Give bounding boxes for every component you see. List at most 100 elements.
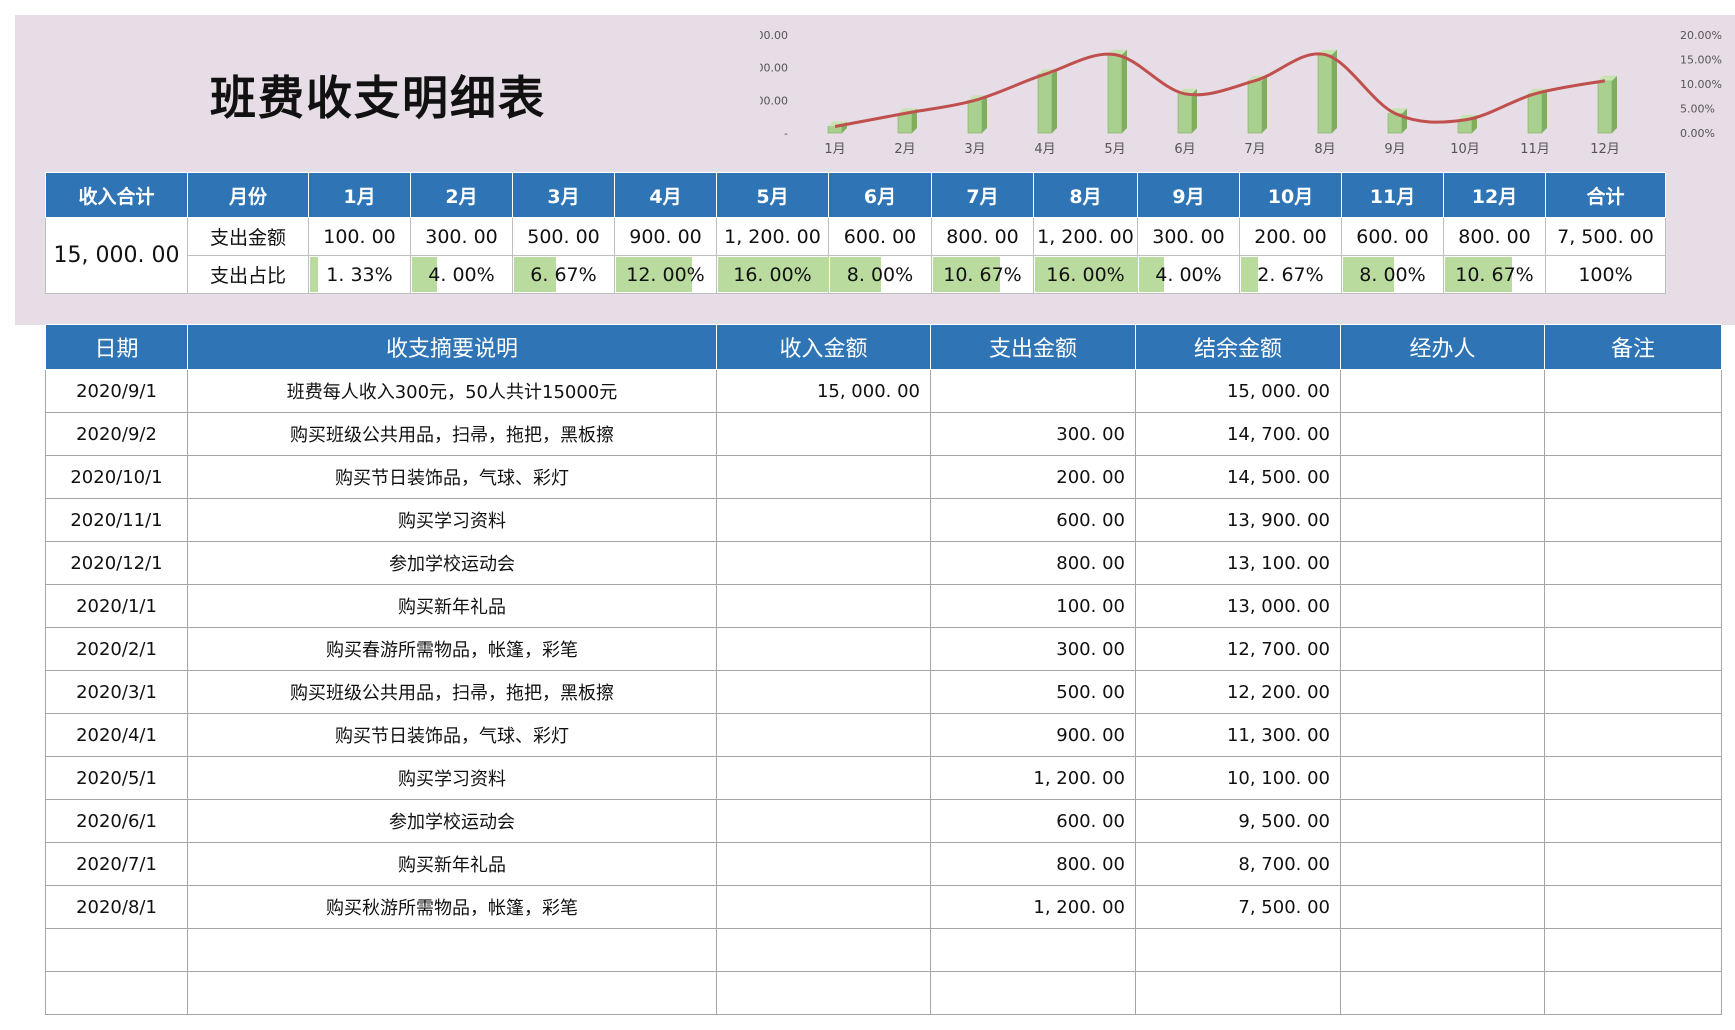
income-cell[interactable] (716, 541, 931, 585)
note-cell[interactable] (1544, 670, 1722, 714)
expense-cell[interactable]: 800. 00 (930, 541, 1136, 585)
note-cell[interactable] (1544, 369, 1722, 413)
description-cell[interactable]: 购买新年礼品 (187, 842, 717, 886)
income-cell[interactable] (716, 498, 931, 542)
description-cell[interactable]: 购买新年礼品 (187, 584, 717, 628)
handler-cell[interactable] (1340, 928, 1545, 972)
handler-cell[interactable] (1340, 756, 1545, 800)
balance-cell[interactable]: 13, 900. 00 (1135, 498, 1341, 542)
handler-cell[interactable] (1340, 842, 1545, 886)
description-cell[interactable]: 购买节日装饰品，气球、彩灯 (187, 455, 717, 499)
income-cell[interactable] (716, 584, 931, 628)
balance-cell[interactable]: 12, 200. 00 (1135, 670, 1341, 714)
handler-cell[interactable] (1340, 971, 1545, 1015)
income-cell[interactable] (716, 627, 931, 671)
expense-cell[interactable]: 300. 00 (930, 412, 1136, 456)
expense-cell[interactable] (930, 971, 1136, 1015)
balance-cell[interactable]: 13, 000. 00 (1135, 584, 1341, 628)
income-cell[interactable] (716, 455, 931, 499)
income-cell[interactable] (716, 928, 931, 972)
balance-cell[interactable]: 9, 500. 00 (1135, 799, 1341, 843)
description-cell[interactable]: 购买节日装饰品，气球、彩灯 (187, 713, 717, 757)
income-cell[interactable] (716, 842, 931, 886)
handler-cell[interactable] (1340, 885, 1545, 929)
date-cell[interactable]: 2020/4/1 (45, 713, 188, 757)
note-cell[interactable] (1544, 971, 1722, 1015)
expense-cell[interactable]: 1, 200. 00 (930, 885, 1136, 929)
description-cell[interactable]: 购买秋游所需物品，帐篷，彩笔 (187, 885, 717, 929)
note-cell[interactable] (1544, 584, 1722, 628)
description-cell[interactable]: 购买班级公共用品，扫帚，拖把，黑板擦 (187, 670, 717, 714)
note-cell[interactable] (1544, 412, 1722, 456)
description-cell[interactable] (187, 928, 717, 972)
date-cell[interactable]: 2020/11/1 (45, 498, 188, 542)
note-cell[interactable] (1544, 928, 1722, 972)
note-cell[interactable] (1544, 756, 1722, 800)
handler-cell[interactable] (1340, 369, 1545, 413)
note-cell[interactable] (1544, 799, 1722, 843)
date-cell[interactable]: 2020/9/2 (45, 412, 188, 456)
handler-cell[interactable] (1340, 584, 1545, 628)
description-cell[interactable]: 购买春游所需物品，帐篷，彩笔 (187, 627, 717, 671)
balance-cell[interactable]: 12, 700. 00 (1135, 627, 1341, 671)
description-cell[interactable]: 参加学校运动会 (187, 799, 717, 843)
handler-cell[interactable] (1340, 412, 1545, 456)
expense-cell[interactable]: 500. 00 (930, 670, 1136, 714)
description-cell[interactable] (187, 971, 717, 1015)
expense-cell[interactable]: 800. 00 (930, 842, 1136, 886)
balance-cell[interactable] (1135, 971, 1341, 1015)
income-cell[interactable] (716, 971, 931, 1015)
expense-cell[interactable]: 200. 00 (930, 455, 1136, 499)
description-cell[interactable]: 班费每人收入300元，50人共计15000元 (187, 369, 717, 413)
balance-cell[interactable]: 10, 100. 00 (1135, 756, 1341, 800)
date-cell[interactable]: 2020/8/1 (45, 885, 188, 929)
expense-cell[interactable] (930, 928, 1136, 972)
income-cell[interactable] (716, 885, 931, 929)
description-cell[interactable]: 参加学校运动会 (187, 541, 717, 585)
note-cell[interactable] (1544, 455, 1722, 499)
expense-cell[interactable]: 300. 00 (930, 627, 1136, 671)
expense-cell[interactable]: 600. 00 (930, 498, 1136, 542)
expense-cell[interactable]: 100. 00 (930, 584, 1136, 628)
balance-cell[interactable] (1135, 928, 1341, 972)
income-cell[interactable]: 15, 000. 00 (716, 369, 931, 413)
handler-cell[interactable] (1340, 498, 1545, 542)
date-cell[interactable]: 2020/2/1 (45, 627, 188, 671)
handler-cell[interactable] (1340, 627, 1545, 671)
date-cell[interactable]: 2020/1/1 (45, 584, 188, 628)
income-cell[interactable] (716, 713, 931, 757)
note-cell[interactable] (1544, 842, 1722, 886)
date-cell[interactable]: 2020/9/1 (45, 369, 188, 413)
expense-cell[interactable]: 900. 00 (930, 713, 1136, 757)
balance-cell[interactable]: 13, 100. 00 (1135, 541, 1341, 585)
note-cell[interactable] (1544, 885, 1722, 929)
description-cell[interactable]: 购买班级公共用品，扫帚，拖把，黑板擦 (187, 412, 717, 456)
note-cell[interactable] (1544, 627, 1722, 671)
handler-cell[interactable] (1340, 455, 1545, 499)
balance-cell[interactable]: 14, 700. 00 (1135, 412, 1341, 456)
note-cell[interactable] (1544, 713, 1722, 757)
income-cell[interactable] (716, 756, 931, 800)
balance-cell[interactable]: 8, 700. 00 (1135, 842, 1341, 886)
handler-cell[interactable] (1340, 541, 1545, 585)
balance-cell[interactable]: 11, 300. 00 (1135, 713, 1341, 757)
income-cell[interactable] (716, 412, 931, 456)
handler-cell[interactable] (1340, 799, 1545, 843)
description-cell[interactable]: 购买学习资料 (187, 498, 717, 542)
expense-cell[interactable]: 1, 200. 00 (930, 756, 1136, 800)
balance-cell[interactable]: 7, 500. 00 (1135, 885, 1341, 929)
date-cell[interactable] (45, 928, 188, 972)
balance-cell[interactable]: 15, 000. 00 (1135, 369, 1341, 413)
date-cell[interactable]: 2020/3/1 (45, 670, 188, 714)
description-cell[interactable]: 购买学习资料 (187, 756, 717, 800)
handler-cell[interactable] (1340, 670, 1545, 714)
date-cell[interactable]: 2020/12/1 (45, 541, 188, 585)
date-cell[interactable] (45, 971, 188, 1015)
income-cell[interactable] (716, 799, 931, 843)
expense-cell[interactable]: 600. 00 (930, 799, 1136, 843)
note-cell[interactable] (1544, 541, 1722, 585)
balance-cell[interactable]: 14, 500. 00 (1135, 455, 1341, 499)
income-cell[interactable] (716, 670, 931, 714)
handler-cell[interactable] (1340, 713, 1545, 757)
expense-cell[interactable] (930, 369, 1136, 413)
